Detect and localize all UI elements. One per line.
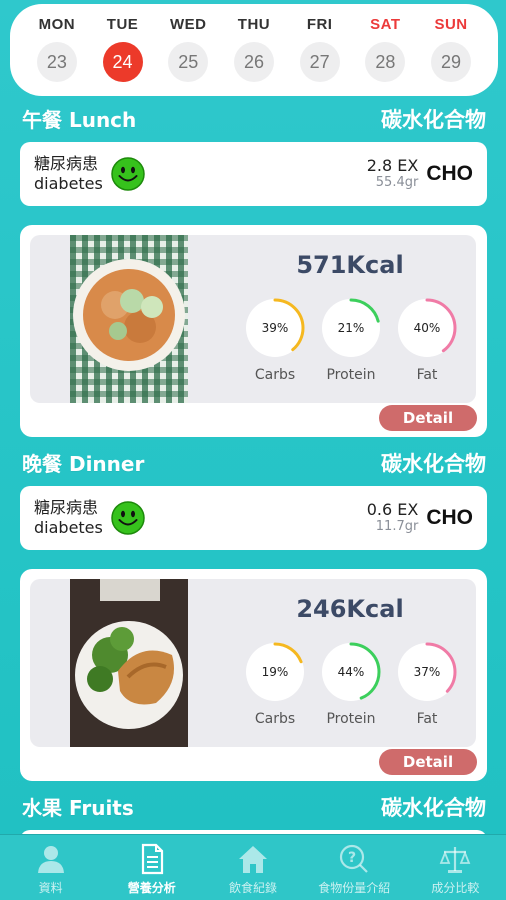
day-name: FRI [306,16,333,33]
meal-summary: 246Kcal 19% Carbs 44% Protein 37% Fat [30,579,476,747]
diabetes-label-zh: 糖尿病患 [34,154,99,173]
grams-value: 55.4gr [375,175,419,190]
lunch-title: 午餐 Lunch [22,108,137,132]
fat-label: Fat [416,367,438,383]
balance-scale-icon [440,847,471,873]
fruits-carb-label: 碳水化合物 [381,796,486,820]
carbs-ring: 39% Carbs [244,297,306,383]
green-smiley-icon [111,501,145,535]
question-bubble-icon: ? [340,844,368,873]
cho-label: CHO [426,162,473,185]
day-name: WED [170,16,207,33]
day-tue[interactable]: TUE 24 [94,14,152,96]
day-number[interactable]: 28 [365,42,406,82]
day-number[interactable]: 27 [299,42,340,82]
lunch-carb-label: 碳水化合物 [381,108,486,132]
week-calendar: MON 23 TUE 24 WED 25 THU 26 FRI 27 SAT 2… [10,4,498,96]
carbs-ring: 19% Carbs [244,641,306,727]
day-number-selected[interactable]: 24 [102,42,143,82]
fat-ring-chart: 40% [397,298,457,358]
day-sun[interactable]: SUN 29 [422,14,480,96]
day-number[interactable]: 26 [233,42,274,82]
day-number[interactable]: 29 [431,42,472,82]
day-mon[interactable]: MON 23 [28,14,86,96]
lunch-food-photo [70,235,188,403]
cho-label: CHO [426,506,473,529]
diabetes-label-en: diabetes [34,518,103,537]
dinner-food-photo [70,579,188,747]
svg-text:?: ? [348,850,356,866]
tab-diet-log[interactable]: 飲食紀錄 [202,835,303,900]
tab-label: 飲食紀錄 [229,881,278,895]
tab-food-portions[interactable]: ? 食物份量介紹 [304,835,405,900]
exchange-block: 0.6 EX 11.7gr [367,501,419,535]
fat-ring: 37% Fat [396,641,458,727]
carbs-percent: 39% [262,321,289,335]
exchange-value: 2.8 EX [366,156,419,175]
diabetes-label: 糖尿病患 diabetes [34,498,103,538]
protein-ring: 44% Protein [320,641,382,727]
home-icon [239,846,267,873]
day-thu[interactable]: THU 26 [225,14,283,96]
lunch-kcal: 571Kcal [296,251,404,279]
fat-percent: 40% [414,321,441,335]
day-wed[interactable]: WED 25 [159,14,217,96]
day-number[interactable]: 25 [168,42,209,82]
day-fri[interactable]: FRI 27 [291,14,349,96]
tab-nutrition-analysis[interactable]: 營養分析 [101,835,202,900]
dinner-kcal: 246Kcal [296,595,404,623]
protein-label: Protein [326,367,376,383]
carbs-label: Carbs [254,711,296,727]
fat-ring: 40% Fat [396,297,458,383]
tab-label: 食物份量介紹 [318,881,391,895]
diabetes-label-zh: 糖尿病患 [34,498,99,517]
tab-label: 成分比較 [431,881,480,895]
fat-percent: 37% [414,665,441,679]
day-name: MON [38,16,76,33]
carbs-percent: 19% [262,665,289,679]
lunch-diabetes-card: 糖尿病患 diabetes 2.8 EX 55.4gr CHO [20,142,487,206]
tab-composition-compare[interactable]: 成分比較 [405,835,506,900]
meal-summary: 571Kcal 39% Carbs 21% Protein 40% Fat [30,235,476,403]
day-number[interactable]: 23 [36,42,77,82]
macro-rings: 19% Carbs 44% Protein 37% Fat [244,641,458,727]
fruits-title: 水果 Fruits [22,796,134,820]
green-smiley-icon [111,157,145,191]
dinner-title: 晚餐 Dinner [22,452,145,476]
diabetes-label: 糖尿病患 diabetes [34,154,103,194]
exchange-value: 0.6 EX [366,500,419,519]
dinner-diabetes-card: 糖尿病患 diabetes 0.6 EX 11.7gr CHO [20,486,487,550]
carbs-ring-chart: 39% [245,298,305,358]
fat-label: Fat [416,711,438,727]
diabetes-label-en: diabetes [34,174,103,193]
macro-rings: 39% Carbs 21% Protein 40% Fat [244,297,458,383]
bottom-tab-bar: 資料 營養分析 飲食紀錄 ? 食物份量介紹 成分比較 [0,834,506,900]
protein-ring-chart: 44% [321,642,381,702]
day-sat[interactable]: SAT 28 [356,14,414,96]
lunch-detail-button[interactable]: Detail [379,405,477,431]
exchange-block: 2.8 EX 55.4gr [367,157,419,191]
dinner-meal-card[interactable]: 246Kcal 19% Carbs 44% Protein 37% Fat De… [20,569,487,781]
carbs-label: Carbs [254,367,296,383]
grams-value: 11.7gr [375,519,419,534]
dinner-detail-button[interactable]: Detail [379,749,477,775]
tab-profile[interactable]: 資料 [0,835,101,900]
tab-label: 資料 [38,881,63,895]
lunch-meal-card[interactable]: 571Kcal 39% Carbs 21% Protein 40% Fat De… [20,225,487,437]
day-name: SUN [434,16,468,33]
protein-percent: 44% [338,665,365,679]
tab-label: 營養分析 [127,881,176,895]
protein-ring-chart: 21% [321,298,381,358]
protein-ring: 21% Protein [320,297,382,383]
person-icon [37,846,64,873]
fat-ring-chart: 37% [397,642,457,702]
protein-percent: 21% [338,321,365,335]
carbs-ring-chart: 19% [245,642,305,702]
protein-label: Protein [326,711,376,727]
dinner-carb-label: 碳水化合物 [381,452,486,476]
day-name: THU [237,16,271,33]
day-name: SAT [370,16,401,33]
document-icon [141,843,163,875]
day-name: TUE [106,16,139,33]
